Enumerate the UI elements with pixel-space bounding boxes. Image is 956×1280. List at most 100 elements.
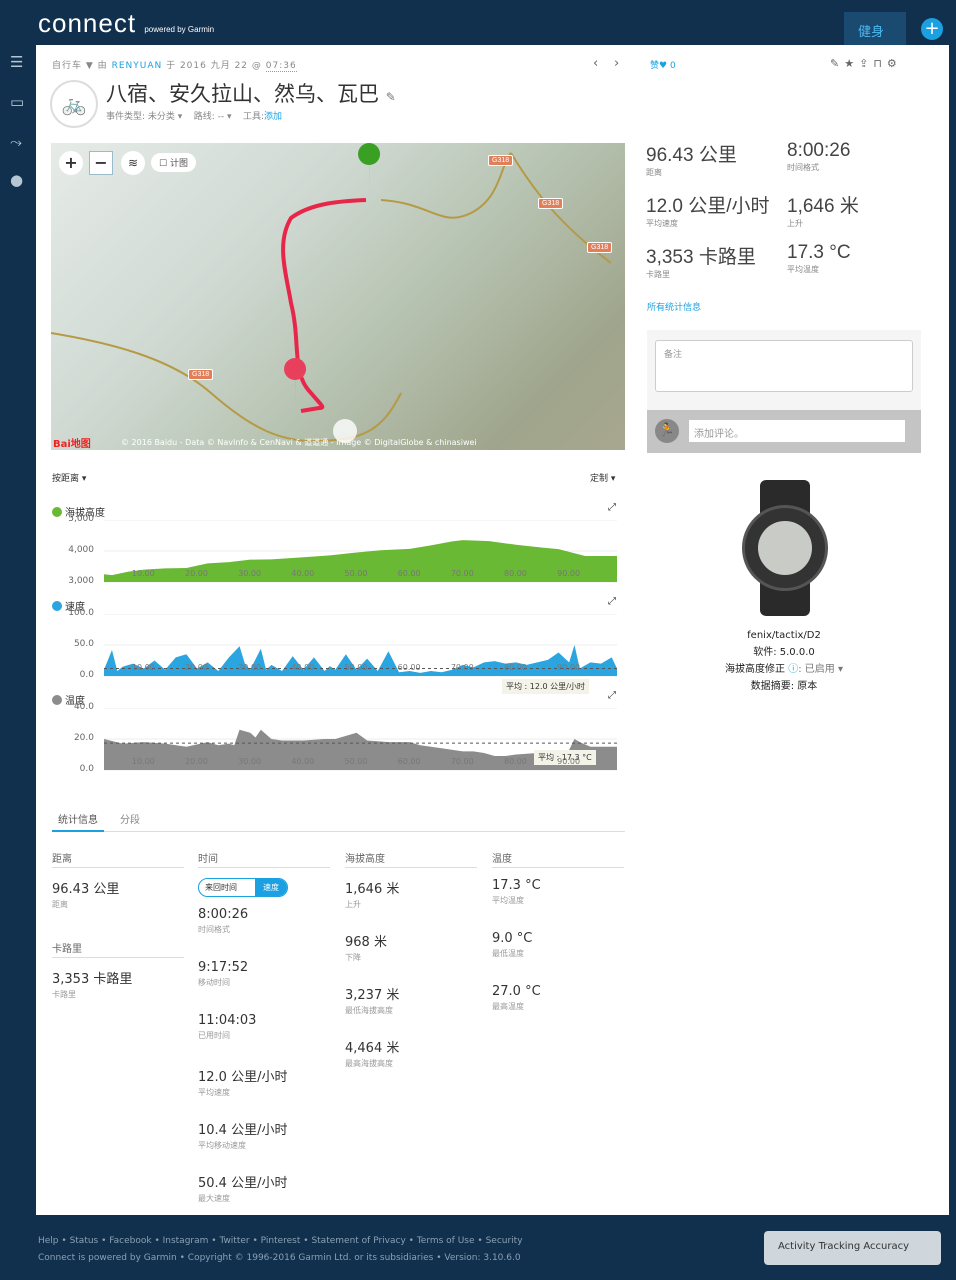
separator: • — [249, 1236, 261, 1246]
layer-checkbox[interactable]: ☐ 计图 — [151, 153, 196, 172]
footer-link[interactable]: Security — [486, 1236, 523, 1246]
separator: • — [58, 1236, 70, 1246]
activity-title[interactable]: 八宿、安久拉山、然乌、瓦巴 ✎ — [106, 78, 396, 108]
route-dropdown[interactable]: 路线: -- ▾ — [194, 112, 232, 122]
x-tick-label: 90.00 — [557, 569, 581, 578]
stat-row: 8:00:26 时间格式 — [198, 907, 330, 950]
zoom-in-button[interactable]: + — [59, 151, 83, 175]
expand-icon[interactable]: ⤢ — [608, 502, 616, 513]
event-type-dropdown[interactable]: 事件类型: 未分类 ▾ — [106, 112, 182, 122]
activity-type[interactable]: 自行车 — [52, 61, 82, 71]
star-icon[interactable]: ★ — [844, 57, 859, 70]
unlock-icon[interactable]: ⊓ — [873, 57, 887, 70]
elevation-header: 海拔高度 — [345, 850, 477, 868]
watch-bezel — [742, 505, 828, 591]
elevation-rows: 1,646 米上升 968 米下降 3,237 米最低海拔高度 4,464 米最高海拔… — [345, 878, 477, 1080]
next-icon[interactable]: › — [614, 56, 619, 71]
road-label: G318 — [188, 369, 214, 380]
road-g318-north — [380, 152, 612, 264]
tracking-accuracy-button[interactable]: Activity Tracking Accuracy — [764, 1231, 941, 1265]
time-speed-toggle[interactable]: 来回时间 速度 — [198, 878, 288, 897]
separator: • — [474, 1236, 486, 1246]
stat-label: 最高温度 — [492, 1002, 524, 1011]
footer-link[interactable]: Terms of Use — [417, 1236, 475, 1246]
footer-link[interactable]: Pinterest — [261, 1236, 301, 1246]
gear-icon[interactable]: ⚙ — [887, 57, 902, 70]
x-tick-label: 10.00 — [131, 569, 155, 578]
time-text[interactable]: 07:36 — [265, 61, 297, 72]
stat-row: 968 米下降 — [345, 931, 477, 974]
footer-link[interactable]: Twitter — [219, 1236, 249, 1246]
toggle-elapsed[interactable]: 来回时间 — [199, 879, 255, 896]
x-tick-label: 10.00 — [131, 757, 155, 766]
device-info: fenix/tactix/D2 软件: 5.0.0.0 海拔高度修正 ⓘ: 已启… — [684, 627, 884, 695]
like-label: 赞 — [650, 61, 660, 71]
stat-value: 9:17:52 — [198, 960, 249, 975]
x-axis-dropdown[interactable]: 按距离 ▾ — [52, 471, 86, 484]
stat-row: 10.4 公里/小时 平均移动速度 — [198, 1119, 330, 1162]
activity-meta: 自行车 ▼ 由 RENYUAN 于 2016 九月 22 @ 07:36 — [52, 61, 297, 72]
expand-icon[interactable]: ⤢ — [608, 596, 616, 607]
x-tick-label: 60.00 — [397, 757, 421, 766]
x-tick-label: 80.00 — [503, 569, 527, 578]
footer-link[interactable]: Statement of Privacy — [311, 1236, 405, 1246]
connect-logo[interactable]: connect powered by Garmin — [38, 8, 214, 39]
date-text: 于 2016 九月 22 @ — [166, 61, 262, 71]
inbox-icon[interactable]: ▭ — [10, 93, 24, 111]
customize-dropdown[interactable]: 定制 ▾ — [590, 471, 615, 484]
toggle-speed[interactable]: 速度 — [255, 879, 287, 896]
x-tick-label: 50.00 — [344, 663, 368, 672]
gear-add-link[interactable]: 添加 — [264, 112, 282, 122]
summary-stat: 8:00:26 时间格式 — [787, 140, 850, 173]
summary-stat: 96.43 公里 距离 — [646, 140, 737, 178]
distance-col: 距离 96.43 公里 距离 卡路里 3,353 卡路里 卡路里 — [52, 850, 184, 1000]
stat-row: 27.0 °C 最高温度 — [492, 984, 624, 1027]
zoom-out-button[interactable]: − — [89, 151, 113, 175]
x-tick-label: 80.00 — [503, 663, 527, 672]
like-button[interactable]: 赞♥ 0 — [650, 58, 676, 71]
tab-stats[interactable]: 统计信息 — [52, 811, 104, 832]
y-tick-label: 40.0 — [73, 702, 94, 712]
footer-link[interactable]: Facebook — [109, 1236, 151, 1246]
footer-link[interactable]: Instagram — [163, 1236, 209, 1246]
fitness-menu[interactable]: 健身 — [844, 12, 906, 45]
stat-value: 10.4 公里/小时 — [198, 1123, 288, 1138]
footer-link[interactable]: Help — [38, 1236, 59, 1246]
edit-icon[interactable]: ✎ — [830, 57, 844, 70]
x-tick-label: 20.00 — [185, 757, 208, 766]
share-icon[interactable]: ⇪ — [859, 57, 873, 70]
tab-laps[interactable]: 分段 — [120, 811, 140, 826]
x-tick-label: 60.00 — [397, 569, 421, 578]
footer-link[interactable]: Status — [70, 1236, 99, 1246]
edit-icon[interactable]: ✎ — [386, 90, 396, 104]
menu-icon[interactable]: ☰ — [10, 53, 23, 71]
summary-label: 距离 — [646, 168, 662, 177]
help-icon[interactable]: ⓘ — [788, 664, 798, 675]
tabs-divider — [52, 831, 625, 832]
layers-icon[interactable]: ≋ — [121, 151, 145, 175]
comment-input[interactable]: 添加评论。 — [689, 420, 905, 442]
all-stats-link[interactable]: 所有统计信息 — [647, 300, 701, 313]
stat-row: 4,464 米最高海拔高度 — [345, 1037, 477, 1080]
prev-icon[interactable]: ‹ — [593, 56, 598, 71]
plus-icon[interactable]: + — [921, 18, 943, 40]
stat-value: 9.0 °C — [492, 931, 533, 946]
footer: Help • Status • Facebook • Instagram • T… — [38, 1233, 523, 1267]
y-tick-label: 0.0 — [79, 670, 94, 680]
time-col: 时间 来回时间 速度 8:00:26 时间格式 9:17:52 移动时间 11:04:0… — [198, 850, 330, 1215]
elev-corr-dropdown[interactable]: : 已启用 ▾ — [798, 664, 843, 675]
separator: • — [405, 1236, 417, 1246]
segments-icon[interactable]: ⤳ — [10, 133, 22, 151]
summary-label: 时间格式 — [787, 163, 819, 172]
comment-panel: 🏃 添加评论。 — [647, 410, 921, 453]
expand-icon[interactable]: ⤢ — [608, 690, 616, 701]
device-name: fenix/tactix/D2 — [747, 630, 821, 641]
y-tick-label: 3,000 — [68, 576, 94, 586]
temperature-rows: 17.3 °C 平均温度 9.0 °C 最低温度 27.0 °C 最高温度 — [492, 878, 624, 1027]
notes-input[interactable]: 备注 — [655, 340, 913, 392]
user-link[interactable]: RENYUAN — [112, 61, 163, 71]
x-tick-label: 80.00 — [503, 757, 527, 766]
map[interactable]: G318 G318 G318 G318 + − ≋ ☐ 计图 Bai地图 © 2… — [51, 143, 625, 450]
stat-value: 4,464 米 — [345, 1041, 400, 1056]
user-icon[interactable]: ● — [10, 171, 23, 189]
